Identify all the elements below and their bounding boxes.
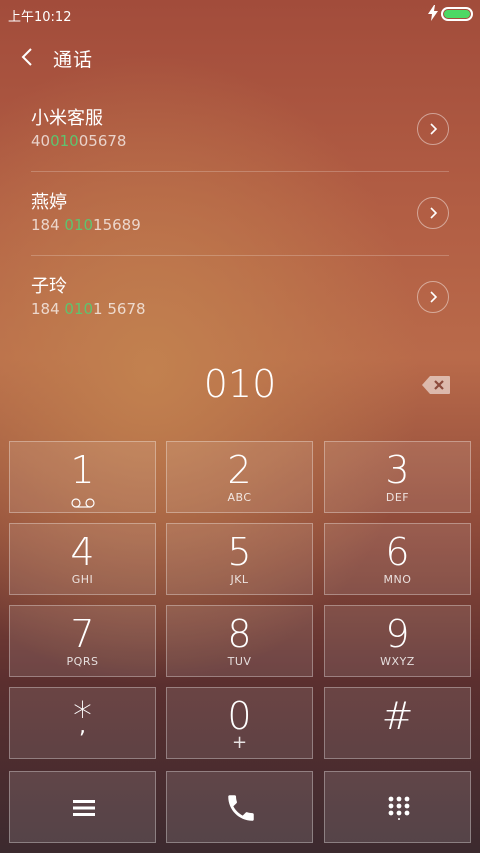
- key-letters: JKL: [230, 573, 249, 586]
- key-letters: MNO: [383, 573, 412, 586]
- key-letters: DEF: [385, 491, 410, 504]
- key-0[interactable]: 0 +: [166, 687, 313, 759]
- key-digit: 7: [70, 612, 95, 656]
- key-letters: TUV: [227, 655, 252, 668]
- key-digit: #: [381, 694, 414, 738]
- status-bar: 上午10:12: [0, 0, 480, 28]
- key-digit: 2: [227, 448, 252, 492]
- header: 通话: [0, 28, 480, 88]
- phone-icon: [228, 795, 254, 821]
- key-2[interactable]: 2 ABC: [166, 441, 313, 513]
- chevron-left-icon[interactable]: [20, 46, 42, 70]
- key-9[interactable]: 9 WXYZ: [324, 605, 471, 677]
- key-letters: ABC: [227, 491, 252, 504]
- chevron-right-icon[interactable]: [417, 281, 449, 313]
- key-digit: 1: [70, 448, 95, 492]
- key-letters: WXYZ: [380, 655, 415, 668]
- key-8[interactable]: 8 TUV: [166, 605, 313, 677]
- key-digit: 6: [385, 530, 410, 574]
- menu-icon: [73, 800, 95, 816]
- key-1[interactable]: 1: [9, 441, 156, 513]
- key-3[interactable]: 3 DEF: [324, 441, 471, 513]
- contact-number: 184 01015689: [31, 216, 141, 234]
- key-digit: 9: [385, 612, 410, 656]
- key-4[interactable]: 4 GHI: [9, 523, 156, 595]
- key-letters: PQRS: [66, 655, 99, 668]
- backspace-icon[interactable]: [421, 375, 451, 395]
- menu-button[interactable]: [9, 771, 156, 843]
- contact-name: 子玲: [31, 276, 67, 297]
- key-5[interactable]: 5 JKL: [166, 523, 313, 595]
- key-letters: GHI: [71, 573, 94, 586]
- key-digit: 4: [70, 530, 95, 574]
- dialpad-icon: [388, 796, 410, 820]
- dialpad-toggle-button[interactable]: [324, 771, 471, 843]
- key-letters: ,: [79, 714, 86, 739]
- key-star[interactable]: * ,: [9, 687, 156, 759]
- voicemail-icon: [71, 493, 95, 512]
- key-letters: +: [231, 732, 248, 753]
- action-bar: [9, 771, 471, 843]
- key-digit: 8: [227, 612, 252, 656]
- key-digit: 5: [227, 530, 252, 574]
- list-item[interactable]: 燕婷 184 01015689: [31, 172, 449, 256]
- list-item[interactable]: 小米客服 4001005678: [31, 88, 449, 172]
- key-7[interactable]: 7 PQRS: [9, 605, 156, 677]
- chevron-right-icon[interactable]: [417, 113, 449, 145]
- key-digit: 3: [385, 448, 410, 492]
- contact-number: 4001005678: [31, 132, 127, 150]
- page-title: 通话: [53, 49, 94, 71]
- battery-icon: [441, 7, 473, 21]
- dialed-number: 010: [203, 362, 277, 406]
- contact-name: 小米客服: [31, 108, 103, 129]
- bolt-icon: [428, 5, 438, 25]
- list-item[interactable]: 子玲 184 0101 5678: [31, 256, 449, 340]
- key-6[interactable]: 6 MNO: [324, 523, 471, 595]
- status-time: 上午10:12: [8, 10, 72, 25]
- chevron-right-icon[interactable]: [417, 197, 449, 229]
- call-button[interactable]: [166, 771, 313, 843]
- key-hash[interactable]: #: [324, 687, 471, 759]
- contact-name: 燕婷: [31, 192, 67, 213]
- contact-number: 184 0101 5678: [31, 300, 146, 318]
